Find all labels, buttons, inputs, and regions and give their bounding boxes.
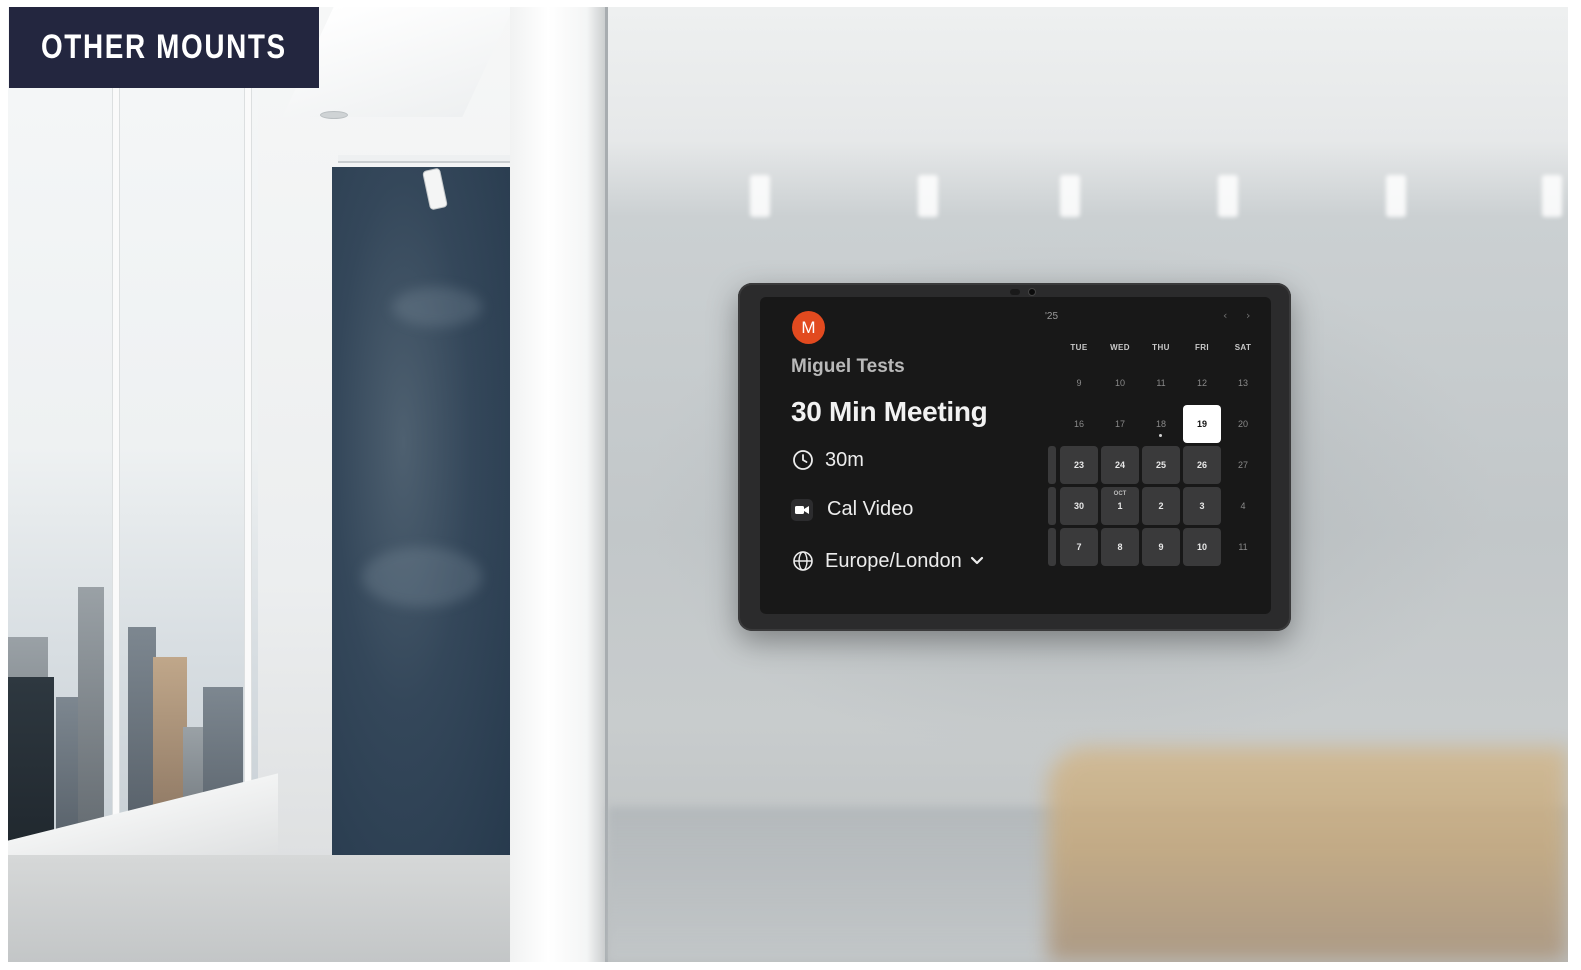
timezone-selector[interactable]: Europe/London	[791, 549, 984, 573]
day-number: 25	[1155, 460, 1166, 470]
calendar-day: 13	[1224, 364, 1262, 402]
day-number: 19	[1196, 419, 1207, 429]
day-number: 23	[1073, 460, 1084, 470]
day-number: 20	[1237, 419, 1248, 429]
day-number: 3	[1199, 501, 1205, 511]
month-marker: OCT	[1113, 491, 1127, 497]
calendar-day-selected[interactable]: 19	[1183, 405, 1221, 443]
day-number: 4	[1240, 501, 1246, 511]
calendar-day: 10	[1101, 364, 1139, 402]
section-banner: OTHER MOUNTS	[9, 7, 319, 88]
calendar-day[interactable]: 7	[1060, 528, 1098, 566]
day-number: 10	[1114, 378, 1125, 388]
event-title: 30 Min Meeting	[791, 396, 988, 427]
location-text: Cal Video	[827, 498, 914, 520]
calendar-day: 4	[1224, 487, 1262, 525]
calendar-day[interactable]: OCT 1	[1101, 487, 1139, 525]
timezone-text[interactable]: Europe/London	[825, 550, 962, 573]
chevron-down-icon[interactable]	[970, 556, 984, 566]
video-camera-icon	[791, 498, 813, 521]
chalkboard-wall	[332, 167, 510, 855]
calendar-day[interactable]: 26	[1183, 446, 1221, 484]
day-number: 11	[1156, 378, 1166, 388]
day-number: 26	[1196, 460, 1207, 470]
prev-month-button[interactable]: ‹	[1223, 309, 1227, 322]
clock-icon	[791, 448, 815, 472]
blurred-light	[918, 175, 938, 217]
location-row: Cal Video	[791, 498, 913, 521]
globe-icon	[791, 549, 815, 573]
calendar-day[interactable]: 10	[1183, 528, 1221, 566]
calendar-day: 9	[1060, 364, 1098, 402]
today-dot	[1159, 434, 1162, 437]
blurred-table	[1048, 747, 1568, 962]
chalk-smudge	[362, 547, 482, 607]
weekday-thu: THU	[1152, 343, 1170, 352]
calendar-day: 16	[1060, 405, 1098, 443]
calendar-day[interactable]: 23	[1060, 446, 1098, 484]
calendar-day: 17	[1101, 405, 1139, 443]
calendar-day: 11	[1142, 364, 1180, 402]
window	[8, 87, 258, 887]
calendar-day[interactable]: 30	[1060, 487, 1098, 525]
calendar-day[interactable]: 9	[1142, 528, 1180, 566]
day-number: 1	[1117, 501, 1123, 511]
weekday-wed: WED	[1110, 343, 1130, 352]
window-mullion	[244, 87, 252, 847]
day-number: 17	[1114, 419, 1125, 429]
banner-title: OTHER MOUNTS	[41, 28, 287, 66]
blurred-light	[1218, 175, 1238, 217]
day-number: 8	[1117, 542, 1123, 552]
calendar-day[interactable]: 2	[1142, 487, 1180, 525]
day-number: 13	[1237, 378, 1248, 388]
calendar-day: 18	[1142, 405, 1180, 443]
ceiling-downlight	[320, 111, 348, 119]
blurred-light	[1386, 175, 1406, 217]
cropped-day-cell	[1048, 528, 1056, 566]
duration-row: 30m	[791, 448, 864, 472]
cropped-day-cell	[1048, 446, 1056, 484]
day-number: 12	[1196, 378, 1207, 388]
light-track	[338, 155, 510, 163]
day-number: 16	[1073, 419, 1084, 429]
chalk-smudge	[392, 287, 482, 327]
calendar-day: 11	[1224, 528, 1262, 566]
day-number: 18	[1155, 419, 1166, 429]
window-mullion	[112, 87, 120, 847]
booking-screen: M Miguel Tests 30 Min Meeting 30m Cal Vi…	[760, 297, 1271, 614]
weekday-sat: SAT	[1234, 343, 1252, 352]
calendar-day[interactable]: 8	[1101, 528, 1139, 566]
day-number: 9	[1158, 542, 1164, 552]
calendar-day[interactable]: 24	[1101, 446, 1139, 484]
blurred-light	[1542, 175, 1562, 217]
weekday-tue: TUE	[1070, 343, 1088, 352]
day-number: 27	[1237, 460, 1248, 470]
day-number: 11	[1238, 542, 1248, 552]
white-pillar	[510, 7, 606, 962]
calendar-day: 20	[1224, 405, 1262, 443]
blurred-light	[1060, 175, 1080, 217]
month-label: '25	[1045, 311, 1059, 322]
duration-text: 30m	[825, 448, 864, 471]
light-sensor	[1010, 289, 1020, 295]
day-number: 9	[1076, 378, 1082, 388]
day-number: 10	[1196, 542, 1207, 552]
avatar: M	[792, 311, 825, 344]
day-number: 7	[1076, 542, 1082, 552]
calendar-day[interactable]: 3	[1183, 487, 1221, 525]
weekday-fri: FRI	[1194, 343, 1210, 352]
front-camera	[1028, 288, 1036, 296]
host-name: Miguel Tests	[791, 356, 905, 377]
next-month-button[interactable]: ›	[1246, 309, 1250, 322]
calendar-day[interactable]: 25	[1142, 446, 1180, 484]
day-number: 24	[1114, 460, 1125, 470]
calendar-day: 12	[1183, 364, 1221, 402]
cropped-day-cell	[1048, 487, 1056, 525]
calendar-day: 27	[1224, 446, 1262, 484]
day-number: 30	[1073, 501, 1084, 511]
blurred-light	[750, 175, 770, 217]
day-number: 2	[1158, 501, 1164, 511]
